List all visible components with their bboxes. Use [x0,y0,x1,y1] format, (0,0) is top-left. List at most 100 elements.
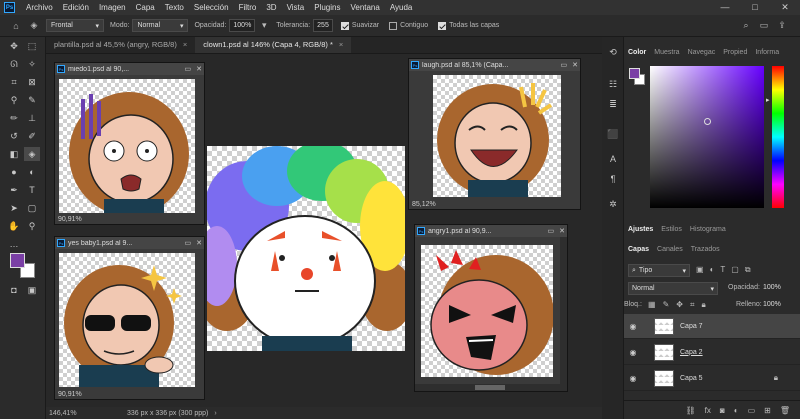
menu-edicion[interactable]: Edición [58,3,94,12]
tab-histogram[interactable]: Histograma [686,226,730,233]
horizontal-scrollbar[interactable] [415,384,560,391]
color-picker-cursor[interactable] [704,118,711,125]
tab-adjustments[interactable]: Ajustes [624,226,657,233]
eyedropper-tool-icon[interactable]: ⚲ [6,93,22,107]
document-window-angry[interactable]: Ps angry1.psd al 90,9... ▭ ✕ [414,224,568,392]
tab-navigator[interactable]: Navegac [684,49,720,56]
layer-row[interactable]: ◉ Capa 5 🔒︎ [624,366,800,391]
screen-mode-icon[interactable]: ▣ [24,283,40,297]
document-window-miedo[interactable]: Ps miedo1.psd al 90,... ▭ ✕ 90,91% [54,62,205,225]
color-field[interactable] [650,66,764,208]
document-canvas[interactable] [59,79,195,213]
layer-name[interactable]: Capa 7 [680,323,800,330]
move-tool-icon[interactable]: ✥ [6,39,22,53]
tab-styles[interactable]: Estilos [657,226,686,233]
paint-bucket-tool-icon[interactable]: ◈ [28,20,40,32]
close-icon[interactable]: × [339,37,343,53]
close-icon[interactable]: ✕ [559,227,565,235]
document-canvas[interactable] [59,253,195,387]
link-layers-icon[interactable]: ⛓ [686,406,696,415]
quick-mask-icon[interactable]: ◘ [6,283,22,297]
visibility-eye-icon[interactable]: ◉ [624,322,642,331]
document-window-yes-baby[interactable]: Ps yes baby1.psd al 9... ▭ ✕ 90,91% [54,236,205,400]
tab-clown1[interactable]: clown1.psd al 146% (Capa 4, RGB/8) * × [195,37,352,53]
close-icon[interactable]: ✕ [196,65,202,73]
blur-tool-icon[interactable]: ● [6,165,22,179]
brush-tool-icon[interactable]: ✏ [6,111,22,125]
shape-filter-icon[interactable]: ▢ [731,265,739,275]
menu-vista[interactable]: Vista [282,3,310,12]
share-icon[interactable]: ⇪ [776,19,788,31]
status-zoom[interactable]: 146,41% [49,410,101,417]
hue-slider-handle-icon[interactable]: ▸ [766,96,770,104]
layer-row[interactable]: ◉ Capa 7 [624,314,800,339]
tab-color[interactable]: Color [624,49,650,56]
pencil-tool-icon[interactable]: ✐ [24,129,40,143]
crop-tool-icon[interactable]: ⌗ [6,75,22,89]
magic-wand-tool-icon[interactable]: ✧ [24,57,40,71]
tab-swatches[interactable]: Muestra [650,49,683,56]
menu-imagen[interactable]: Imagen [94,3,131,12]
menu-archivo[interactable]: Archivo [21,3,58,12]
lock-pixels-icon[interactable]: ✎ [663,300,670,310]
new-layer-icon[interactable]: ⊞ [764,406,771,415]
blend-mode-select[interactable]: Normal ▾ [132,19,189,32]
paint-bucket-tool-icon[interactable]: ◈ [24,147,40,161]
hue-slider[interactable] [772,66,784,208]
close-icon[interactable]: ✕ [572,61,578,69]
character-panel-icon[interactable]: A [605,152,621,166]
lock-position-icon[interactable]: ✥ [676,300,683,310]
tab-layers[interactable]: Capas [624,246,653,253]
tab-info[interactable]: Informa [751,49,783,56]
layer-opacity-input[interactable]: 100% [763,284,781,291]
delete-layer-icon[interactable]: 🗑︎ [780,406,790,415]
healing-brush-tool-icon[interactable]: ✎ [24,93,40,107]
layer-row[interactable]: ◉ Capa 2 [624,340,800,365]
menu-texto[interactable]: Texto [160,3,189,12]
chevron-down-icon[interactable]: ▾ [258,20,270,32]
all-layers-checkbox[interactable] [438,21,447,30]
adjustments-panel-icon[interactable]: ≣ [605,97,621,111]
fill-source-select[interactable]: Frontal ▾ [46,19,104,32]
menu-capa[interactable]: Capa [131,3,160,12]
marquee-tool-icon[interactable]: ⬚ [24,39,40,53]
layer-filter-select[interactable]: ⌕ Tipo ▾ [628,264,690,277]
menu-3d[interactable]: 3D [261,3,281,12]
tools-preset-icon[interactable]: ✲ [605,197,621,211]
brushes-panel-icon[interactable]: ⬛ [605,127,621,141]
document-titlebar[interactable]: Ps yes baby1.psd al 9... ▭ ✕ [55,237,204,249]
tolerance-input[interactable]: 255 [313,19,333,32]
artboard-lock-icon[interactable]: ⌗ [690,300,695,310]
layer-name[interactable]: Capa 5 [680,375,774,382]
history-brush-tool-icon[interactable]: ↺ [6,129,22,143]
document-titlebar[interactable]: Ps laugh.psd al 85,1% (Capa... ▭ ✕ [409,59,580,71]
smart-object-filter-icon[interactable]: ⧉ [745,265,751,275]
menu-seleccion[interactable]: Selección [189,3,234,12]
close-window-button[interactable]: ✕ [770,0,800,15]
scroll-thumb[interactable] [475,385,505,390]
home-icon[interactable]: ⌂ [10,20,22,32]
menu-filtro[interactable]: Filtro [234,3,262,12]
adjustment-layer-icon[interactable]: ◐ [734,406,739,415]
document-titlebar[interactable]: Ps angry1.psd al 90,9... ▭ ✕ [415,225,567,237]
workspace-icon[interactable]: ▭ [758,19,770,31]
new-group-icon[interactable]: ▭ [748,406,756,415]
tab-paths[interactable]: Trazados [687,246,724,253]
foreground-color-swatch[interactable] [10,253,25,268]
clone-stamp-tool-icon[interactable]: ⊥ [24,111,40,125]
document-canvas[interactable] [421,245,553,377]
path-selection-tool-icon[interactable]: ➤ [6,201,22,215]
tab-properties[interactable]: Propied [719,49,751,56]
type-tool-icon[interactable]: T [24,183,40,197]
visibility-eye-icon[interactable]: ◉ [624,348,642,357]
minimize-button[interactable]: — [710,0,740,15]
minimize-icon[interactable]: ▭ [185,239,192,247]
paragraph-panel-icon[interactable]: ¶ [605,172,621,186]
vertical-scrollbar[interactable] [560,237,567,391]
close-icon[interactable]: × [183,37,187,53]
maximize-button[interactable]: □ [740,0,770,15]
properties-panel-icon[interactable]: ☷ [605,77,621,91]
document-window-laugh[interactable]: Ps laugh.psd al 85,1% (Capa... ▭ ✕ 85,12% [408,58,581,210]
smooth-checkbox[interactable] [340,21,349,30]
main-canvas[interactable] [207,146,405,351]
